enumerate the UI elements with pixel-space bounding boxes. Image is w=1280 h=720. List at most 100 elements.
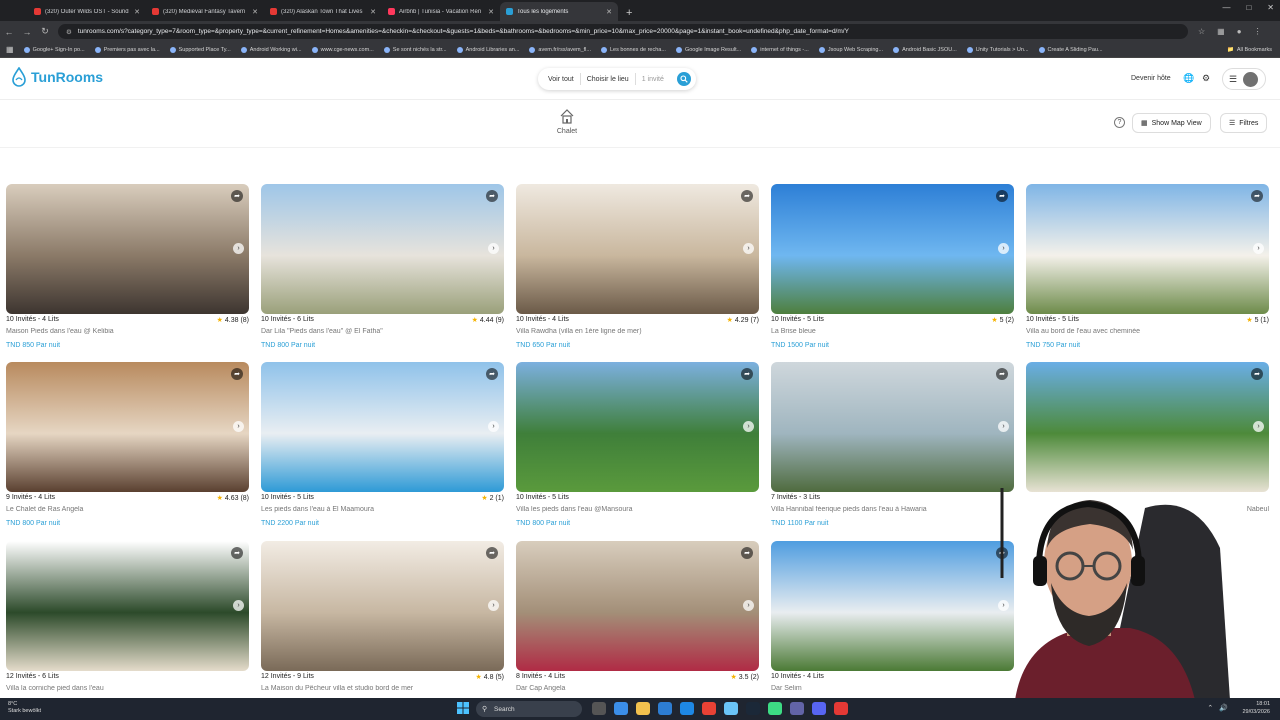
reload-icon[interactable]: ↻ xyxy=(36,26,54,37)
share-icon[interactable]: ➦ xyxy=(486,190,498,202)
share-icon[interactable]: ➦ xyxy=(486,547,498,559)
tab-close-icon[interactable]: ✕ xyxy=(134,8,140,16)
share-icon[interactable]: ➦ xyxy=(996,368,1008,380)
next-photo-icon[interactable]: › xyxy=(1253,421,1264,432)
bookmark-item[interactable]: Se sont nichés la str... xyxy=(383,46,447,53)
listing-card[interactable]: ➦ › 10 Invités - 5 Lits ★ 5 (1) Villa au bor… xyxy=(1026,184,1269,352)
minimize-icon[interactable]: — xyxy=(1222,3,1230,12)
listing-card[interactable]: ➦ › 12 Invités - 6 Lits Villa la corniche p… xyxy=(6,541,249,709)
obs-icon[interactable] xyxy=(834,702,848,715)
category-chalet[interactable]: Chalet xyxy=(552,108,582,135)
listing-title[interactable]: Le Chalet de Ras Angela xyxy=(6,506,249,516)
search-place[interactable]: Choisir le lieu xyxy=(581,76,635,83)
share-icon[interactable]: ➦ xyxy=(741,547,753,559)
listing-photo[interactable]: ➦› xyxy=(516,362,759,492)
share-icon[interactable]: ➦ xyxy=(1251,190,1263,202)
listing-photo[interactable]: ➦› xyxy=(1026,184,1269,314)
weather-widget[interactable]: 8°C Stark bewölkt xyxy=(8,701,41,715)
taskbar-search[interactable]: ⚲ Search xyxy=(476,701,582,717)
listing-title[interactable]: Villa au bord de l'eau avec cheminée xyxy=(1026,328,1269,338)
discord-icon[interactable] xyxy=(812,702,826,715)
share-icon[interactable]: ➦ xyxy=(996,190,1008,202)
chrome-icon[interactable] xyxy=(702,702,716,715)
filters-button[interactable]: ☰ Filtres xyxy=(1220,113,1268,133)
photos-icon[interactable] xyxy=(724,702,738,715)
listing-photo[interactable]: ➦› xyxy=(771,362,1014,492)
next-photo-icon[interactable]: › xyxy=(488,600,499,611)
next-photo-icon[interactable]: › xyxy=(488,243,499,254)
mail-icon[interactable] xyxy=(680,702,694,715)
bookmark-item[interactable]: Android Working wi... xyxy=(240,46,302,53)
new-tab-button[interactable]: + xyxy=(618,7,640,21)
listing-card[interactable]: ➦ › 10 Invités - 6 Lits ★ 4.44 (9) Dar Lila … xyxy=(261,184,504,352)
browser-tab[interactable]: (320) Medieval Fantasy Tavern ✕ xyxy=(146,2,264,21)
search-button[interactable] xyxy=(677,72,691,86)
listing-title[interactable]: La Maison du Pêcheur villa et studio bor… xyxy=(261,685,504,695)
listing-photo[interactable]: ➦› xyxy=(516,184,759,314)
next-photo-icon[interactable]: › xyxy=(743,243,754,254)
volume-icon[interactable]: 🔊 xyxy=(1219,704,1228,712)
clock[interactable]: 18:01 29/03/2026 xyxy=(1242,701,1270,716)
browser-tab[interactable]: (320) Outer Wilds OST - Sound ✕ xyxy=(28,2,146,21)
listing-card[interactable]: ➦ › 10 Invités - 4 Lits ★ 4.29 (7) Villa Raw… xyxy=(516,184,759,352)
listing-title[interactable]: Dar Cap Angela xyxy=(516,685,759,695)
forward-icon[interactable]: → xyxy=(18,27,36,37)
listing-card[interactable]: ➦ › 10 Invités - 5 Lits Villa les pieds dan… xyxy=(516,362,759,530)
apps-icon[interactable]: ▦ xyxy=(6,45,14,54)
back-icon[interactable]: ← xyxy=(0,27,18,37)
android-studio-icon[interactable] xyxy=(768,702,782,715)
share-icon[interactable]: ➦ xyxy=(741,190,753,202)
bookmark-item[interactable]: Les bonnes de recha... xyxy=(600,46,666,53)
tab-close-icon[interactable]: ✕ xyxy=(606,8,612,16)
listing-photo[interactable]: ➦› xyxy=(261,184,504,314)
bookmark-item[interactable]: Supported Place Ty... xyxy=(169,46,231,53)
listing-card[interactable]: ➦ › 10 Invités - 4 Lits ★ 4.38 (8) Maison Pi… xyxy=(6,184,249,352)
search-guests[interactable]: 1 invité xyxy=(636,76,670,83)
profile-icon[interactable]: ● xyxy=(1237,27,1242,36)
next-photo-icon[interactable]: › xyxy=(233,243,244,254)
next-photo-icon[interactable]: › xyxy=(233,600,244,611)
bookmark-item[interactable]: internet of things -... xyxy=(751,46,809,53)
next-photo-icon[interactable]: › xyxy=(998,421,1009,432)
listing-title[interactable]: Villa la corniche pied dans l'eau xyxy=(6,685,249,695)
tab-close-icon[interactable]: ✕ xyxy=(252,8,258,16)
bookmark-item[interactable]: Android Basic JSOU... xyxy=(893,46,957,53)
next-photo-icon[interactable]: › xyxy=(488,421,499,432)
bookmark-item[interactable]: Android Libraries an... xyxy=(456,46,519,53)
close-window-icon[interactable]: ✕ xyxy=(1267,3,1274,12)
next-photo-icon[interactable]: › xyxy=(998,243,1009,254)
bookmark-item[interactable]: avem.fr/rss/avem_fl... xyxy=(529,46,591,53)
extensions-icon[interactable]: ▦ xyxy=(1217,27,1225,36)
listing-card[interactable]: ➦ › 12 Invités - 9 Lits ★ 4.8 (5) La Maison … xyxy=(261,541,504,709)
search-pill[interactable]: Voir tout Choisir le lieu 1 invité xyxy=(538,68,696,90)
bookmark-item[interactable]: Google+ Sign-In po... xyxy=(23,46,85,53)
listing-photo[interactable]: ➦› xyxy=(6,184,249,314)
become-host-link[interactable]: Devenir hôte xyxy=(1131,75,1171,82)
next-photo-icon[interactable]: › xyxy=(1253,243,1264,254)
listing-photo[interactable]: ➦› xyxy=(1026,362,1269,492)
bookmark-star-icon[interactable]: ☆ xyxy=(1198,27,1205,36)
bookmark-item[interactable]: Jsoup Web Scraping... xyxy=(818,46,883,53)
listing-photo[interactable]: ➦› xyxy=(516,541,759,671)
bookmark-item[interactable]: Google Image Result... xyxy=(675,46,741,53)
listing-card[interactable]: ➦ › 10 Invités - 5 Lits ★ 5 (2) La Brise ble… xyxy=(771,184,1014,352)
store-icon[interactable] xyxy=(658,702,672,715)
share-icon[interactable]: ➦ xyxy=(486,368,498,380)
listing-title[interactable]: Les pieds dans l'eau à El Maamoura xyxy=(261,506,504,516)
next-photo-icon[interactable]: › xyxy=(743,421,754,432)
teams-icon[interactable] xyxy=(790,702,804,715)
search-anywhere[interactable]: Voir tout xyxy=(538,76,580,83)
tab-close-icon[interactable]: ✕ xyxy=(370,8,376,16)
browser-tab[interactable]: (320) Alaskan Town That Lives ✕ xyxy=(264,2,382,21)
browser-tab[interactable]: Airbnb | Tunisia - Vacation Ren ✕ xyxy=(382,2,500,21)
tab-close-icon[interactable]: ✕ xyxy=(488,8,494,16)
share-icon[interactable]: ➦ xyxy=(231,547,243,559)
user-menu[interactable]: ☰ xyxy=(1222,68,1266,90)
bookmark-item[interactable]: Premiers pas avec la... xyxy=(94,46,160,53)
listing-title[interactable]: Maison Pieds dans l'eau @ Kelibia xyxy=(6,328,249,338)
bookmark-item[interactable]: Unity Tutorials > Un... xyxy=(966,46,1029,53)
all-bookmarks[interactable]: 📁 All Bookmarks xyxy=(1227,47,1272,53)
listing-title[interactable]: Dar Lila "Pieds dans l'eau" @ El Fatha" xyxy=(261,328,504,338)
globe-icon[interactable]: 🌐 xyxy=(1183,73,1194,84)
listing-photo[interactable]: ➦› xyxy=(261,362,504,492)
